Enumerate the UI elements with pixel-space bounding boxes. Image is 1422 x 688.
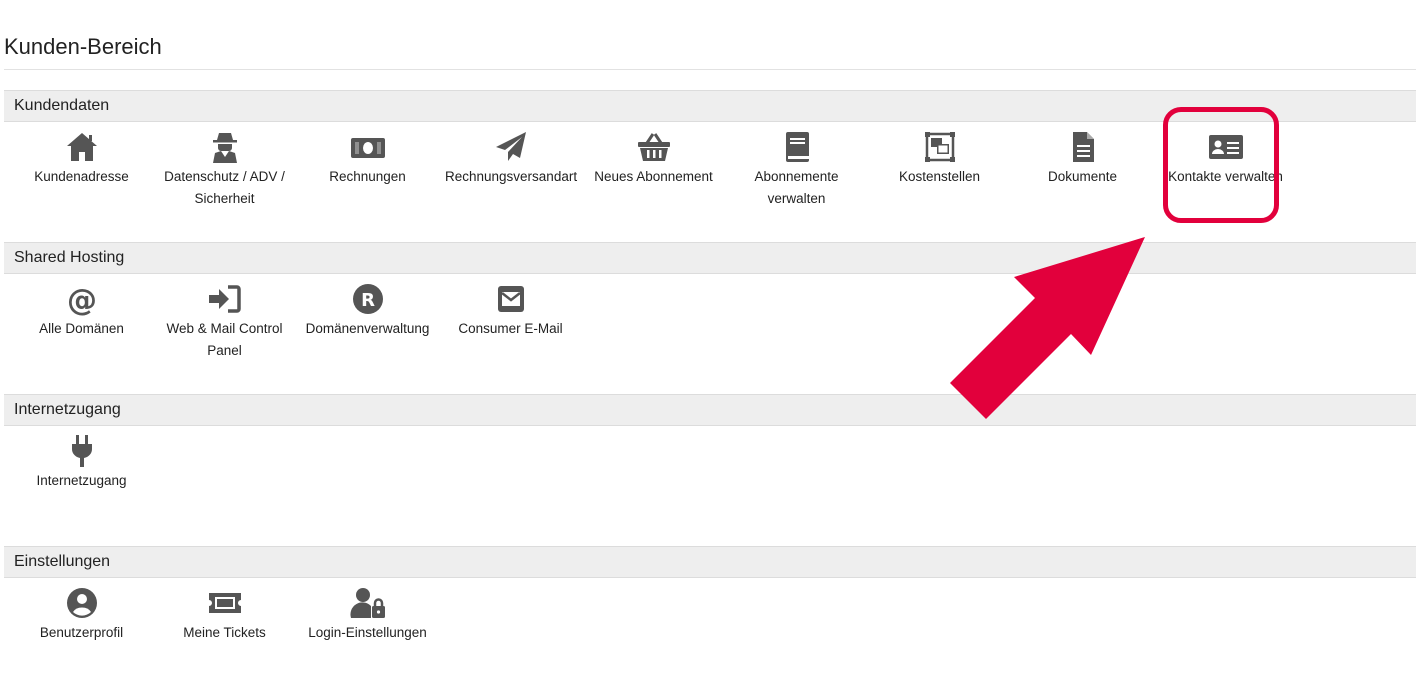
file-text-icon [1065,130,1101,164]
paper-plane-icon [493,130,529,164]
tile-label: Abonnemente verwalten [754,169,839,206]
tile-internetzugang[interactable]: Internetzugang [10,434,153,492]
registered-icon: R [350,282,386,316]
book-icon [779,130,815,164]
ticket-icon [207,586,243,620]
tile-label: Rechnungen [329,169,406,184]
tile-meine-tickets[interactable]: Meine Tickets [153,586,296,644]
object-group-icon [922,130,958,164]
pointer-arrow [950,237,1145,419]
tile-label: Login-Einstellungen [308,625,427,640]
at-icon: @ [64,282,100,316]
tile-dokumente[interactable]: Dokumente [1011,130,1154,188]
tile-label: Datenschutz / ADV / Sicherheit [164,169,285,206]
envelope-icon [493,282,529,316]
tile-domaenenverwaltung[interactable]: R Domänenverwaltung [296,282,439,340]
tile-label: Rechnungsversandart [445,169,578,184]
tile-neues-abonnement[interactable]: Neues Abonnement [582,130,725,188]
spy-icon [207,130,243,164]
tile-rechnungsversandart[interactable]: Rechnungsversandart [439,130,582,188]
tile-label: Dokumente [1047,169,1118,184]
highlight-box [1163,107,1279,223]
tile-label: Internetzugang [36,473,127,488]
tile-label: Domänenverwaltung [305,321,430,336]
tile-label: Neues Abonnement [594,169,713,184]
tile-benutzerprofil[interactable]: Benutzerprofil [10,586,153,644]
section-header: Shared Hosting [4,242,1416,274]
tile-label: Web & Mail Control Panel [166,321,283,358]
page-title: Kunden-Bereich [4,34,162,59]
section-header: Internetzugang [4,394,1416,426]
tile-alle-domaenen[interactable]: @ Alle Domänen [10,282,153,340]
section-shared-hosting: Shared Hosting @ Alle Domänen Web & Mail… [4,242,1416,384]
tile-label: Meine Tickets [183,625,266,640]
tile-abonnemente-verwalten[interactable]: Abonnemente verwalten [725,130,868,210]
title-divider [4,69,1416,70]
tile-label: Consumer E-Mail [458,321,563,336]
user-circle-icon [64,586,100,620]
section-internetzugang: Internetzugang Internetzugang [4,394,1416,536]
tile-rechnungen[interactable]: Rechnungen [296,130,439,188]
sign-in-icon [207,282,243,316]
tile-login-einstellungen[interactable]: Login-Einstellungen [296,586,439,644]
user-lock-icon [349,586,386,620]
tile-label: Kostenstellen [898,169,981,184]
section-header: Einstellungen [4,546,1416,578]
tile-label: Alle Domänen [39,321,124,336]
svg-text:@: @ [67,283,97,316]
plug-icon [64,434,100,468]
money-bill-icon [350,130,386,164]
section-einstellungen: Einstellungen Benutzerprofil Meine Ticke… [4,546,1416,688]
svg-text:R: R [361,290,375,311]
tile-label: Kundenadresse [34,169,129,184]
tile-web-mail-control-panel[interactable]: Web & Mail Control Panel [153,282,296,362]
home-icon [64,130,100,164]
tile-kundenadresse[interactable]: Kundenadresse [10,130,153,188]
tile-consumer-email[interactable]: Consumer E-Mail [439,282,582,340]
tile-kostenstellen[interactable]: Kostenstellen [868,130,1011,188]
tile-label: Benutzerprofil [39,625,124,640]
shopping-basket-icon [636,130,672,164]
tile-datenschutz[interactable]: Datenschutz / ADV / Sicherheit [153,130,296,210]
